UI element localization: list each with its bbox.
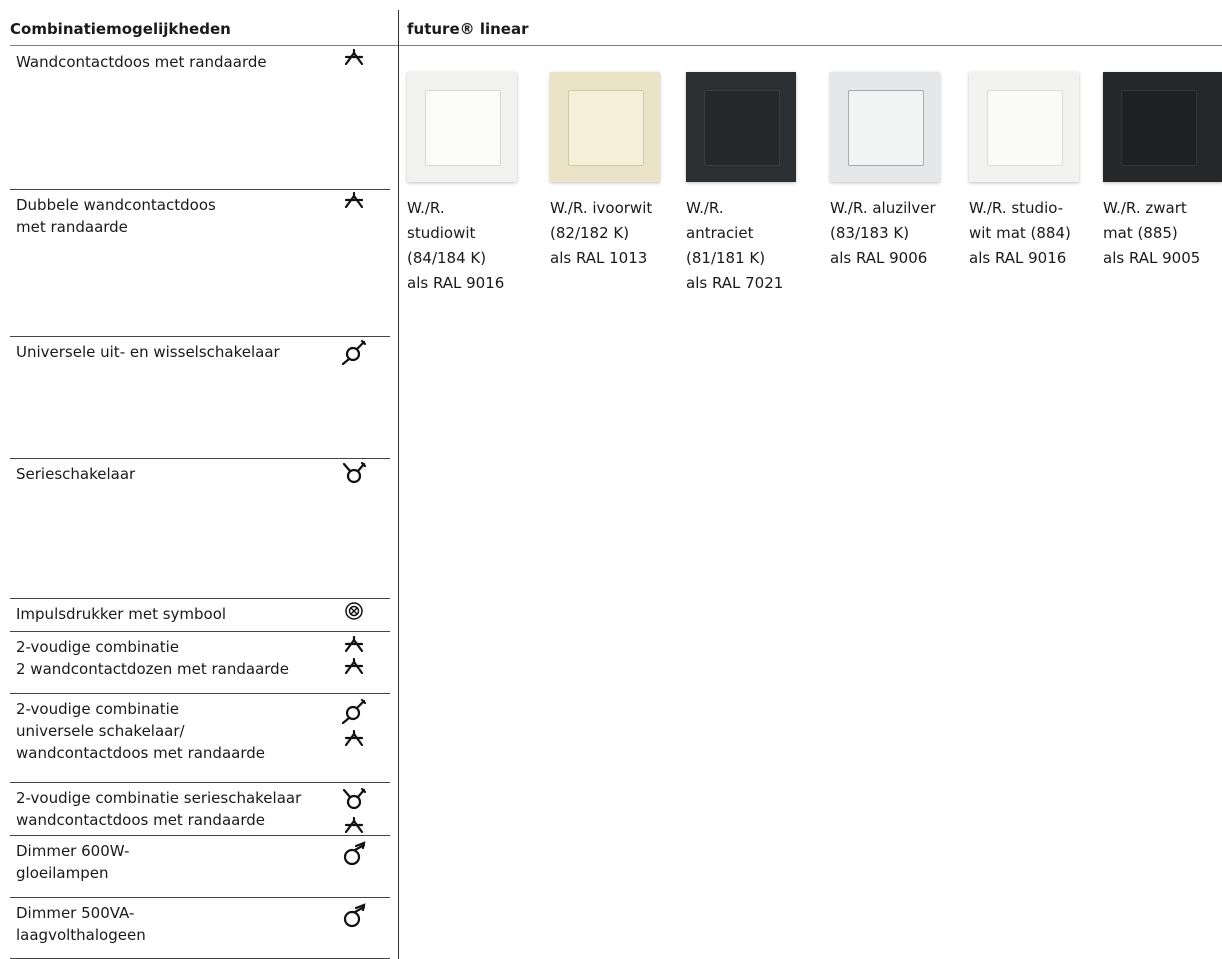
list-item: Dimmer 600W- gloeilampen — [10, 836, 390, 898]
list-item: Serieschakelaar — [10, 459, 390, 599]
swatch-caption: W./R. antraciet (81/181 K) als RAL 7021 — [686, 199, 784, 292]
dimmer-icon — [341, 902, 367, 932]
switch-plate — [704, 90, 780, 166]
list-item: Dimmer 500VA- laagvolthalogeen — [10, 898, 390, 959]
symbol-group — [340, 339, 368, 369]
list-item: 2-voudige combinatie 2 wandcontactdozen … — [10, 632, 390, 694]
color-swatch — [969, 72, 1079, 182]
symbol-group — [340, 787, 368, 837]
combination-label: 2-voudige combinatie universele schakela… — [16, 700, 265, 762]
color-swatch — [686, 72, 796, 182]
dimmer-icon — [341, 840, 367, 870]
swatch-caption: W./R. ivoorwit (82/182 K) als RAL 1013 — [550, 199, 653, 267]
list-item: Dubbele wandcontactdoos met randaarde — [10, 190, 390, 337]
series-switch-icon — [341, 787, 367, 815]
series-header: future® linear — [407, 20, 529, 38]
switch-plate — [425, 90, 501, 166]
combination-label: Impulsdrukker met symbool — [16, 605, 227, 623]
switch-plate — [987, 90, 1063, 166]
symbol-group — [340, 635, 368, 678]
series-switch-icon — [341, 461, 367, 489]
switch-plate — [1121, 90, 1197, 166]
socket-icon — [344, 635, 364, 656]
swatch-caption: W./R. aluzilver (83/183 K) als RAL 9006 — [830, 199, 936, 267]
combination-header: Combinatiemogelijkheden — [10, 20, 231, 38]
combination-label: Dubbele wandcontactdoos met randaarde — [16, 196, 216, 236]
symbol-group — [340, 840, 368, 870]
color-swatch — [407, 72, 517, 182]
combination-label: Dimmer 500VA- laagvolthalogeen — [16, 904, 146, 944]
symbol-group — [340, 191, 368, 212]
combination-label: 2-voudige combinatie 2 wandcontactdozen … — [16, 638, 289, 678]
socket-icon — [344, 729, 364, 750]
swatch-caption: W./R. studio- wit mat (884) als RAL 9016 — [969, 199, 1071, 267]
socket-icon — [344, 816, 364, 837]
combination-label: Universele uit- en wisselschakelaar — [16, 343, 280, 361]
socket-icon — [344, 191, 364, 212]
color-swatch — [550, 72, 660, 182]
list-item: Universele uit- en wisselschakelaar — [10, 337, 390, 459]
list-item: 2-voudige combinatie serieschakelaar wan… — [10, 783, 390, 836]
push-button-icon — [344, 601, 364, 625]
socket-icon — [344, 657, 364, 678]
color-swatch — [1103, 72, 1222, 182]
universal-switch-icon — [341, 698, 367, 728]
universal-switch-icon — [341, 339, 367, 369]
switch-plate — [848, 90, 924, 166]
list-item: Impulsdrukker met symbool — [10, 599, 390, 632]
socket-icon — [344, 48, 364, 69]
symbol-group — [340, 698, 368, 750]
combination-label: 2-voudige combinatie serieschakelaar wan… — [16, 789, 302, 829]
symbol-group — [340, 461, 368, 489]
swatch-caption: W./R. studiowit (84/184 K) als RAL 9016 — [407, 199, 505, 292]
combination-label: Wandcontactdoos met randaarde — [16, 53, 267, 71]
color-swatch — [830, 72, 940, 182]
list-item: Wandcontactdoos met randaarde — [10, 47, 390, 190]
column-divider — [398, 10, 399, 959]
symbol-group — [340, 48, 368, 69]
swatch-caption: W./R. zwart mat (885) als RAL 9005 — [1103, 199, 1201, 267]
symbol-group — [340, 601, 368, 625]
symbol-group — [340, 902, 368, 932]
list-item: 2-voudige combinatie universele schakela… — [10, 694, 390, 783]
header-divider — [10, 45, 1222, 46]
combination-label: Dimmer 600W- gloeilampen — [16, 842, 130, 882]
combination-label: Serieschakelaar — [16, 465, 136, 483]
switch-plate — [568, 90, 644, 166]
